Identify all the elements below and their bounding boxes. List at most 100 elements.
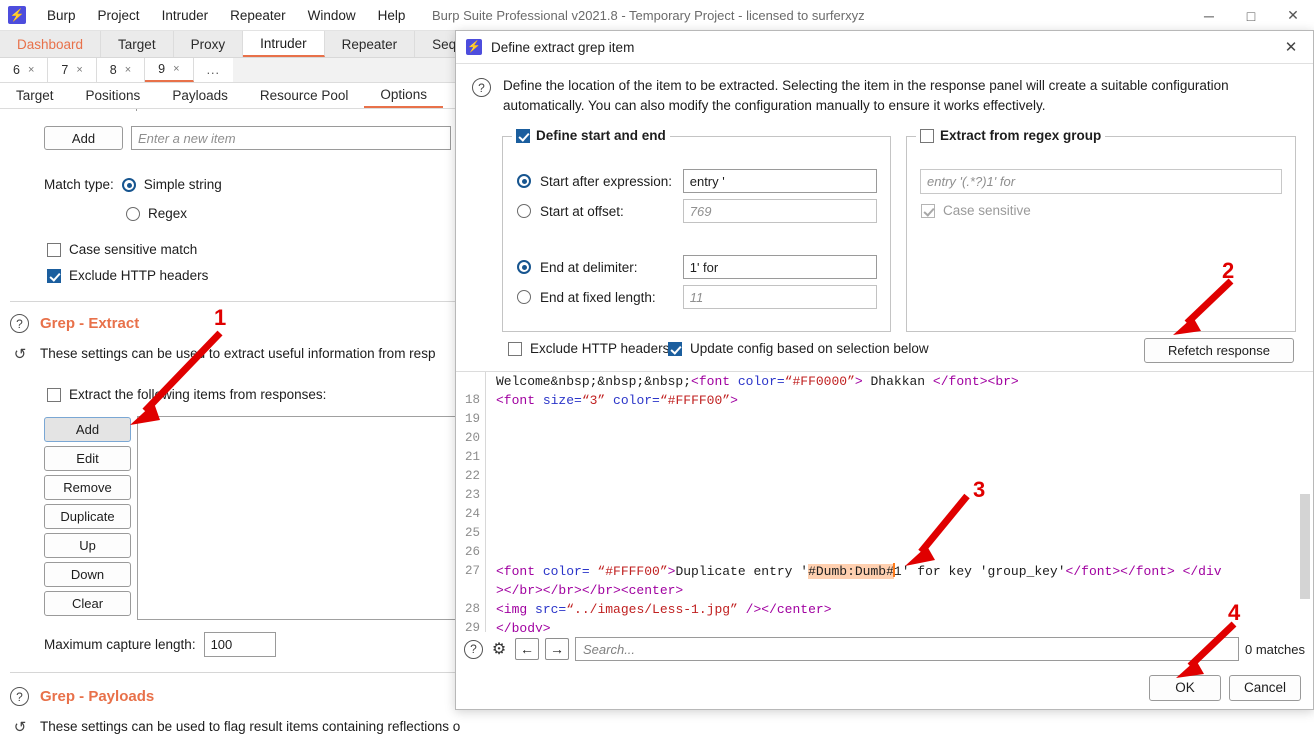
new-item-input[interactable] <box>131 126 451 150</box>
tab-options[interactable]: Options <box>364 83 443 108</box>
attack-tab-9[interactable]: 9 × <box>145 58 194 82</box>
update-config-checkbox[interactable] <box>668 341 682 356</box>
code-line[interactable] <box>496 448 1222 467</box>
tab-proxy[interactable]: Proxy <box>174 31 244 57</box>
grep-extract-help-icon[interactable]: ? <box>10 314 29 333</box>
case-sensitive-match-label: Case sensitive match <box>69 242 198 257</box>
extract-duplicate-button[interactable]: Duplicate <box>44 504 131 529</box>
extract-from-regex-group-checkbox[interactable] <box>920 128 934 143</box>
code-line[interactable] <box>496 524 1222 543</box>
end-at-fixed-length-radio[interactable] <box>517 290 531 304</box>
code-line[interactable]: <font size=“3” color=“#FFFF00”> <box>496 391 1222 410</box>
dialog-close-icon[interactable]: ✕ <box>1269 31 1313 64</box>
menu-item-help[interactable]: Help <box>367 4 417 27</box>
grep-payloads-help-icon[interactable]: ? <box>10 687 29 706</box>
end-at-delimiter-input[interactable] <box>682 255 877 279</box>
match-type-regex-radio[interactable] <box>126 206 140 221</box>
code-content[interactable]: Welcome&nbsp;&nbsp;&nbsp;<font color=“#F… <box>496 372 1222 638</box>
code-line[interactable] <box>496 505 1222 524</box>
case-sensitive-match-row[interactable]: Case sensitive match <box>47 242 197 257</box>
menu-item-window[interactable]: Window <box>297 4 367 27</box>
define-start-and-end-legend[interactable]: Define start and end <box>512 128 670 143</box>
search-prev-icon[interactable]: ← <box>515 638 539 660</box>
code-line[interactable] <box>496 410 1222 429</box>
menu-item-repeater[interactable]: Repeater <box>219 4 297 27</box>
attack-tab-7[interactable]: 7 × <box>48 58 97 82</box>
code-vertical-scrollbar[interactable] <box>1300 494 1310 599</box>
code-line[interactable]: ></br></br></br><center> <box>496 581 1222 600</box>
attack-tab-8-close-icon[interactable]: × <box>125 64 131 76</box>
code-line[interactable] <box>496 467 1222 486</box>
end-at-fixed-length-input[interactable] <box>682 285 877 309</box>
start-after-expression-input[interactable] <box>682 169 877 193</box>
search-settings-gear-icon[interactable]: ⚙ <box>489 639 509 659</box>
code-line[interactable]: <img src=“../images/Less-1.jpg” /></cent… <box>496 600 1222 619</box>
start-after-expression-radio[interactable] <box>517 174 531 188</box>
extract-from-regex-group-legend[interactable]: Extract from regex group <box>916 128 1106 143</box>
extract-down-button[interactable]: Down <box>44 562 131 587</box>
menu-item-project[interactable]: Project <box>87 4 151 27</box>
start-at-offset-radio[interactable] <box>517 204 531 218</box>
extract-up-button[interactable]: Up <box>44 533 131 558</box>
code-line[interactable] <box>496 486 1222 505</box>
case-sensitive-match-checkbox[interactable] <box>47 242 61 257</box>
tab-target-sub[interactable]: Target <box>0 83 70 108</box>
extract-remove-button[interactable]: Remove <box>44 475 131 500</box>
search-input[interactable] <box>575 637 1240 661</box>
tab-dashboard[interactable]: Dashboard <box>0 31 102 57</box>
dialog-exclude-http-headers-row[interactable]: Exclude HTTP headers <box>508 341 669 356</box>
tab-payloads[interactable]: Payloads <box>156 83 244 108</box>
response-code-viewer[interactable]: 18 19 20 21 22 23 24 25 26 27 28 29 Welcome&nbsp;&… <box>456 371 1313 668</box>
regex-case-sensitive-checkbox[interactable] <box>921 203 935 218</box>
tab-positions[interactable]: Positions <box>70 83 157 108</box>
start-at-offset-input[interactable] <box>682 199 877 223</box>
attack-tab-more[interactable]: ... <box>193 58 233 82</box>
update-config-row[interactable]: Update config based on selection below <box>668 341 929 356</box>
maximize-icon[interactable]: □ <box>1230 0 1272 31</box>
close-icon[interactable]: ✕ <box>1272 0 1314 31</box>
extract-items-checkbox[interactable] <box>47 387 61 402</box>
match-add-button[interactable]: Add <box>44 126 123 150</box>
attack-tab-9-close-icon[interactable]: × <box>173 63 179 75</box>
code-line[interactable] <box>496 543 1222 562</box>
code-line[interactable]: Welcome&nbsp;&nbsp;&nbsp;<font color=“#F… <box>496 372 1222 391</box>
max-capture-input[interactable] <box>203 632 276 657</box>
extract-edit-button[interactable]: Edit <box>44 446 131 471</box>
tab-repeater[interactable]: Repeater <box>325 31 416 57</box>
match-type-simple-string-radio[interactable] <box>121 177 136 192</box>
grep-payloads-refresh-icon[interactable]: ↺ <box>11 718 29 735</box>
regex-case-sensitive-row[interactable]: Case sensitive <box>921 203 1031 218</box>
attack-tab-7-close-icon[interactable]: × <box>76 64 82 76</box>
regex-pattern-input[interactable] <box>920 169 1282 194</box>
exclude-http-headers-row[interactable]: Exclude HTTP headers <box>47 268 208 283</box>
ok-button[interactable]: OK <box>1149 674 1221 701</box>
code-line[interactable] <box>496 429 1222 448</box>
menu-item-burp[interactable]: Burp <box>36 4 87 27</box>
dialog-exclude-http-headers-checkbox[interactable] <box>508 341 522 356</box>
minimize-icon[interactable]: ─ <box>1188 0 1230 31</box>
cancel-button[interactable]: Cancel <box>1229 674 1301 701</box>
define-start-and-end-fieldset: Define start and end Start after express… <box>502 128 891 332</box>
extract-items-list[interactable] <box>137 416 460 620</box>
tab-resource-pool[interactable]: Resource Pool <box>244 83 365 108</box>
exclude-http-headers-checkbox[interactable] <box>47 268 61 283</box>
search-next-icon[interactable]: → <box>545 638 569 660</box>
dialog-help-icon[interactable]: ? <box>472 78 491 97</box>
extract-clear-button[interactable]: Clear <box>44 591 131 616</box>
refetch-response-button[interactable]: Refetch response <box>1144 338 1294 363</box>
code-line[interactable]: <font color= “#FFFF00”>Duplicate entry '… <box>496 562 1222 581</box>
attack-tab-6-close-icon[interactable]: × <box>28 64 34 76</box>
attack-tab-6[interactable]: 6 × <box>0 58 49 82</box>
match-type-label: Match type: <box>44 177 114 192</box>
max-capture-row: Maximum capture length: <box>44 632 276 657</box>
grep-extract-refresh-icon[interactable]: ↺ <box>11 345 29 363</box>
search-help-icon[interactable]: ? <box>464 639 483 659</box>
end-at-delimiter-radio[interactable] <box>517 260 531 274</box>
extract-items-row[interactable]: Extract the following items from respons… <box>47 387 326 402</box>
menu-item-intruder[interactable]: Intruder <box>151 4 220 27</box>
define-start-and-end-checkbox[interactable] <box>516 128 530 143</box>
extract-add-button[interactable]: Add <box>44 417 131 442</box>
tab-intruder[interactable]: Intruder <box>243 31 325 57</box>
attack-tab-8[interactable]: 8 × <box>96 58 146 82</box>
tab-target[interactable]: Target <box>101 31 174 57</box>
